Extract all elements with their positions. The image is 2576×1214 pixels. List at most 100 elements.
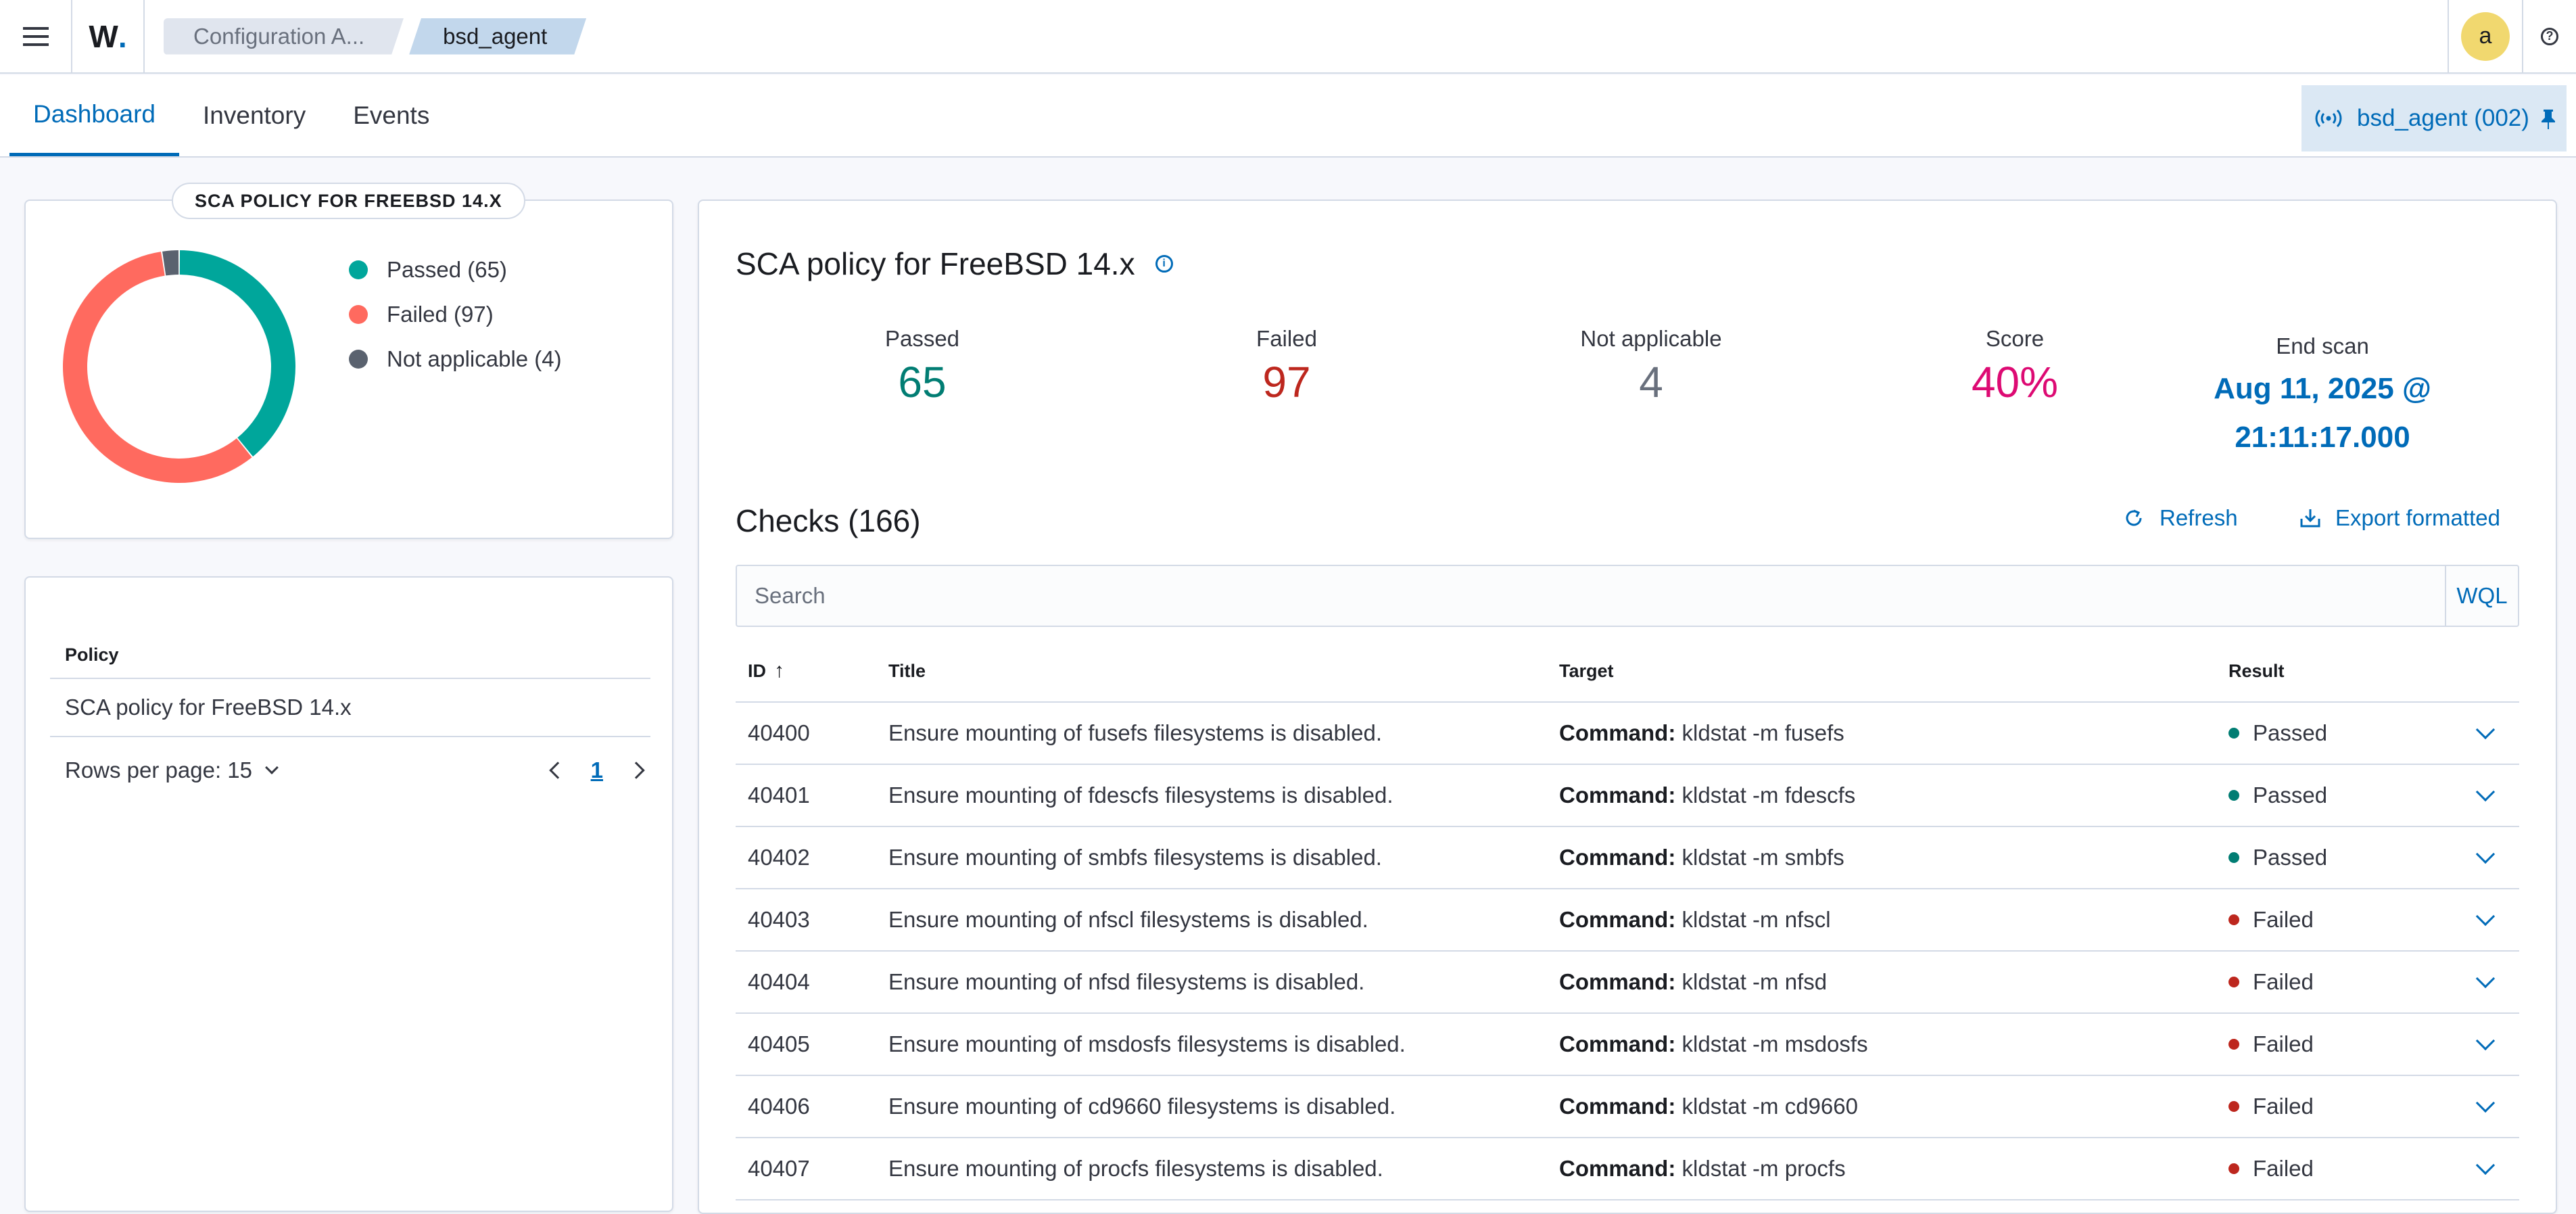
table-row[interactable]: 40400 Ensure mounting of fusefs filesyste… xyxy=(736,703,2519,765)
donut-slice-not-applicable[interactable] xyxy=(162,250,179,276)
check-id: 40405 xyxy=(748,1031,810,1056)
tab-dashboard[interactable]: Dashboard xyxy=(9,75,180,156)
pin-icon[interactable] xyxy=(2539,108,2557,130)
table-row[interactable]: 40404 Ensure mounting of nfsd filesystems… xyxy=(736,952,2519,1014)
check-id: 40407 xyxy=(748,1156,810,1181)
agent-selector[interactable]: bsd_agent (002) xyxy=(2301,85,2567,151)
donut-slice-failed[interactable] xyxy=(62,252,252,483)
breadcrumb-item-agent[interactable]: bsd_agent xyxy=(409,18,586,55)
policy-summary-card: SCA POLICY FOR FREEBSD 14.X Passed (65) … xyxy=(24,183,673,539)
donut-chart xyxy=(62,250,295,483)
check-target: Command: kldstat -m nfscl xyxy=(1559,907,1831,932)
tab-inventory[interactable]: Inventory xyxy=(179,75,329,156)
check-title: Ensure mounting of fdescfs filesystems i… xyxy=(888,783,1393,808)
app-logo[interactable]: W. xyxy=(72,0,145,72)
check-result: Failed xyxy=(2228,1094,2452,1119)
status-dot xyxy=(2228,1101,2239,1112)
pagination: Rows per page: 15 1 xyxy=(65,757,665,783)
expand-row-button[interactable] xyxy=(2452,1093,2519,1113)
tabs-bar: Dashboard Inventory Events bsd_agent (00… xyxy=(0,75,2576,158)
check-id: 40402 xyxy=(748,845,810,870)
prev-page-icon[interactable] xyxy=(548,762,567,779)
check-result: Failed xyxy=(2228,907,2452,933)
policy-row[interactable]: SCA policy for FreeBSD 14.x xyxy=(50,679,650,737)
refresh-icon xyxy=(2126,509,2142,526)
table-row[interactable]: 40403 Ensure mounting of nfscl filesystem… xyxy=(736,889,2519,952)
table-row[interactable]: 40402 Ensure mounting of smbfs filesystem… xyxy=(736,827,2519,889)
check-result: Passed xyxy=(2228,783,2452,808)
legend-item-failed[interactable]: Failed (97) xyxy=(349,302,562,327)
expand-row-button[interactable] xyxy=(2452,968,2519,989)
check-title: Ensure mounting of nfsd filesystems is d… xyxy=(888,969,1365,994)
check-title: Ensure mounting of procfs filesystems is… xyxy=(888,1156,1383,1181)
stat-failed: Failed 97 xyxy=(1256,326,1317,406)
expand-row-button[interactable] xyxy=(2452,1031,2519,1051)
rows-per-page-select[interactable]: Rows per page: 15 xyxy=(65,757,279,783)
expand-row-button[interactable] xyxy=(2452,782,2519,802)
chevron-down-icon xyxy=(2475,782,2496,802)
sort-ascending-icon: ↑ xyxy=(774,659,784,682)
page-number[interactable]: 1 xyxy=(591,757,603,783)
expand-row-button[interactable] xyxy=(2452,720,2519,740)
check-title: Ensure mounting of msdosfs filesystems i… xyxy=(888,1031,1406,1056)
avatar: a xyxy=(2461,11,2510,61)
check-result: Failed xyxy=(2228,1156,2452,1182)
column-header-id[interactable]: ID ↑ xyxy=(736,659,888,682)
export-formatted-button[interactable]: Export formatted xyxy=(2299,505,2500,531)
check-target: Command: kldstat -m cd9660 xyxy=(1559,1094,1858,1119)
info-icon[interactable]: i xyxy=(1155,255,1173,273)
table-header: ID ↑ Title Target Result xyxy=(736,640,2519,703)
expand-row-button[interactable] xyxy=(2452,1155,2519,1175)
wql-button[interactable]: WQL xyxy=(2445,566,2518,626)
chevron-down-icon xyxy=(2475,720,2496,740)
breadcrumb-item-configuration[interactable]: Configuration A... xyxy=(164,18,404,55)
check-title: Ensure mounting of nfscl filesystems is … xyxy=(888,907,1368,932)
check-target: Command: kldstat -m smbfs xyxy=(1559,845,1844,870)
help-button[interactable]: ? xyxy=(2522,0,2576,72)
chevron-down-icon xyxy=(265,761,279,774)
help-icon: ? xyxy=(2541,27,2558,45)
check-result: Failed xyxy=(2228,969,2452,995)
stat-score: Score 40% xyxy=(1971,326,2059,406)
table-row[interactable]: 40407 Ensure mounting of procfs filesyste… xyxy=(736,1138,2519,1200)
chevron-down-icon xyxy=(2475,1155,2496,1175)
status-dot xyxy=(2228,852,2239,863)
status-dot xyxy=(2228,977,2239,987)
check-target: Command: kldstat -m fusefs xyxy=(1559,720,1844,745)
stat-end-scan: End scan Aug 11, 2025 @ 21:11:17.000 xyxy=(2204,333,2441,462)
refresh-button[interactable]: Refresh xyxy=(2123,505,2238,531)
table-row[interactable]: 40405 Ensure mounting of msdosfs filesyst… xyxy=(736,1014,2519,1076)
tab-events[interactable]: Events xyxy=(329,75,453,156)
legend-dot xyxy=(349,260,368,279)
column-header-policy[interactable]: Policy xyxy=(50,618,650,679)
expand-row-button[interactable] xyxy=(2452,906,2519,927)
user-menu[interactable]: a xyxy=(2448,0,2522,72)
check-target: Command: kldstat -m procfs xyxy=(1559,1156,1846,1181)
legend-item-passed[interactable]: Passed (65) xyxy=(349,257,562,282)
column-header-title[interactable]: Title xyxy=(888,661,1559,682)
column-header-result[interactable]: Result xyxy=(2228,661,2452,682)
table-row[interactable]: 40406 Ensure mounting of cd9660 filesyste… xyxy=(736,1076,2519,1138)
top-header: W. Configuration A... bsd_agent a ? xyxy=(0,0,2576,74)
donut-slice-passed[interactable] xyxy=(179,250,295,457)
chevron-down-icon xyxy=(2475,844,2496,864)
check-id: 40400 xyxy=(748,720,810,745)
hamburger-icon xyxy=(22,34,49,38)
policy-title: SCA policy for FreeBSD 14.x i xyxy=(736,246,1173,282)
table-row[interactable]: 40401 Ensure mounting of fdescfs filesyst… xyxy=(736,765,2519,827)
search-input[interactable] xyxy=(737,566,2445,626)
checks-title: Checks (166) xyxy=(736,503,921,538)
status-dot xyxy=(2228,728,2239,739)
expand-row-button[interactable] xyxy=(2452,844,2519,864)
search-bar: WQL xyxy=(736,565,2519,627)
breadcrumb: Configuration A... bsd_agent xyxy=(164,18,586,55)
checks-table: ID ↑ Title Target Result 40400 Ensure moun… xyxy=(736,640,2519,1200)
legend-item-not-applicable[interactable]: Not applicable (4) xyxy=(349,346,562,371)
policy-table: Policy SCA policy for FreeBSD 14.x xyxy=(50,618,650,737)
check-title: Ensure mounting of smbfs filesystems is … xyxy=(888,845,1382,870)
chart-legend: Passed (65) Failed (97) Not applicable (… xyxy=(349,257,562,392)
menu-button[interactable] xyxy=(0,0,72,72)
column-header-target[interactable]: Target xyxy=(1559,661,2228,682)
chevron-down-icon xyxy=(2475,1031,2496,1051)
next-page-icon[interactable] xyxy=(627,762,645,779)
